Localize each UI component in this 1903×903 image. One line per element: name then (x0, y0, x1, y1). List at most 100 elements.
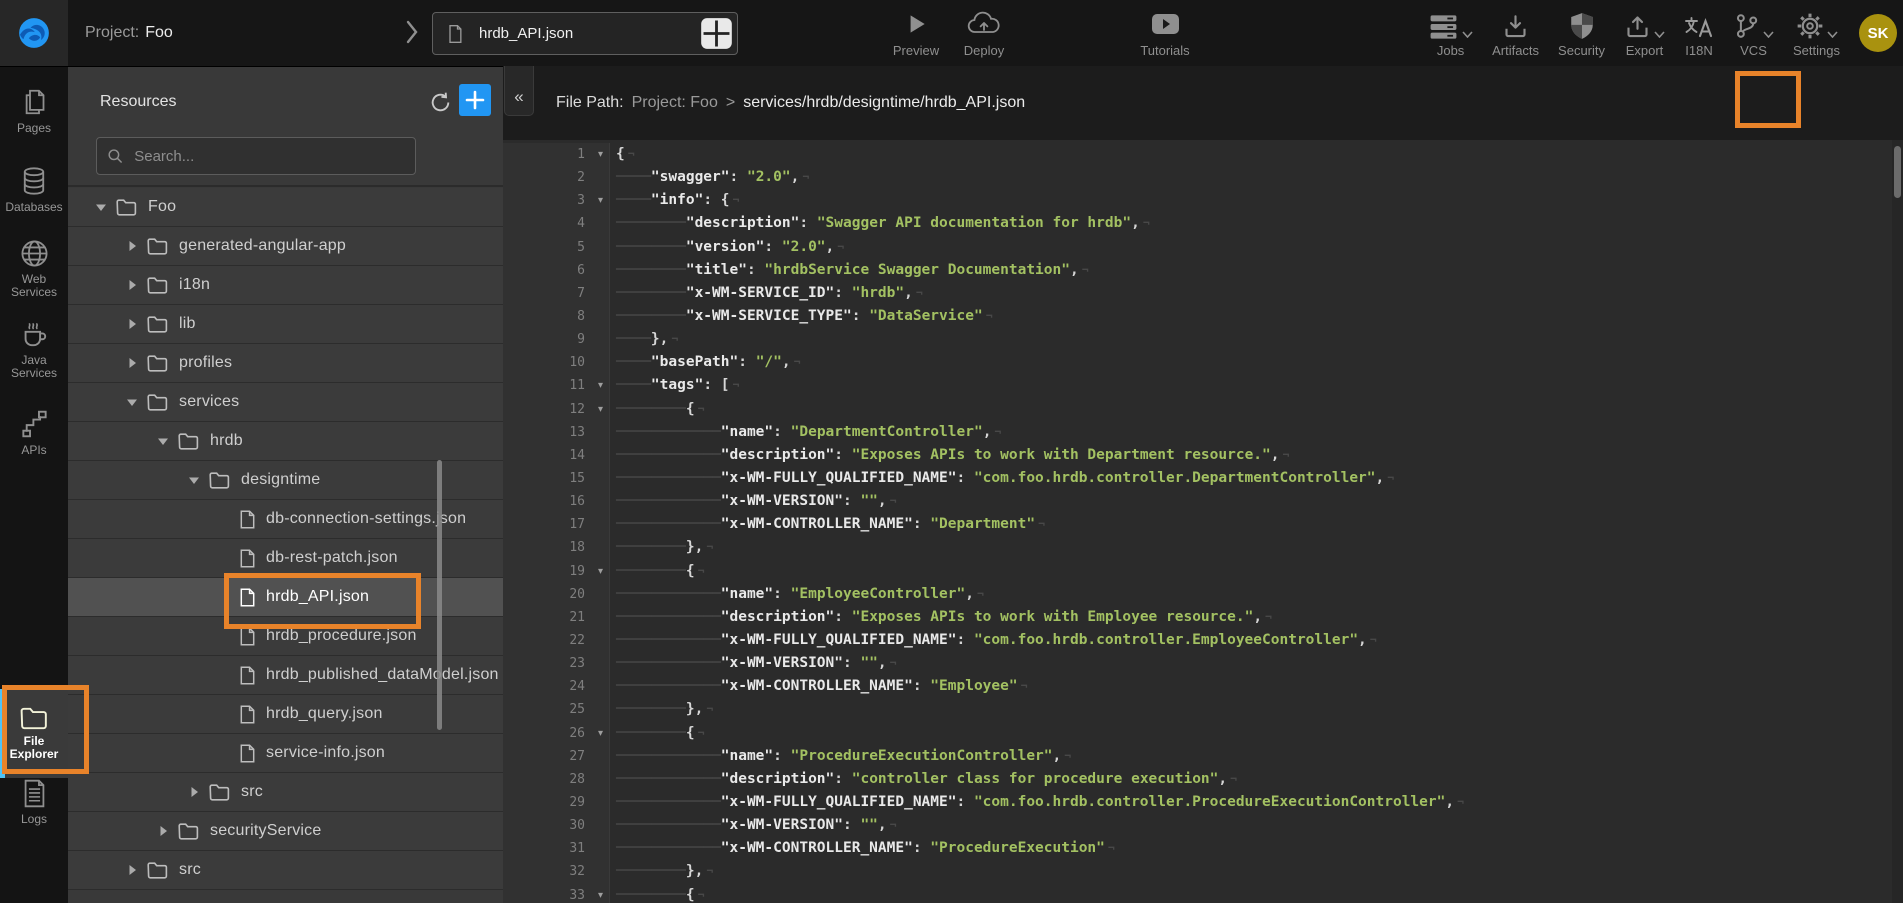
line-number-gutter[interactable]: 23 (503, 652, 610, 675)
code-line[interactable]: 16────────────"x-WM-VERSION": "",¬ (503, 490, 1903, 513)
tree-item-service-info-json[interactable]: service-info.json (68, 734, 503, 773)
dashboard-grid-icon[interactable] (700, 17, 733, 50)
code-line[interactable]: 2────"swagger": "2.0",¬ (503, 166, 1903, 189)
code-line[interactable]: 28────────────"description": "controller… (503, 768, 1903, 791)
line-number-gutter[interactable]: 2 (503, 166, 610, 189)
code-line[interactable]: 6────────"title": "hrdbService Swagger D… (503, 259, 1903, 282)
line-number-gutter[interactable]: 27 (503, 745, 610, 768)
line-number-gutter[interactable]: 18 (503, 536, 610, 559)
code-line[interactable]: 27────────────"name": "ProcedureExecutio… (503, 745, 1903, 768)
line-number-gutter[interactable]: 22 (503, 629, 610, 652)
line-number-gutter[interactable]: 3▾ (503, 189, 610, 212)
line-number-gutter[interactable]: 13 (503, 421, 610, 444)
line-number-gutter[interactable]: 25 (503, 698, 610, 721)
line-number-gutter[interactable]: 8 (503, 305, 610, 328)
line-number-gutter[interactable]: 30 (503, 814, 610, 837)
code-line[interactable]: 30────────────"x-WM-VERSION": "",¬ (503, 814, 1903, 837)
add-resource-button[interactable] (459, 84, 491, 116)
tree-scrollbar[interactable] (437, 460, 442, 730)
fold-arrow-icon[interactable]: ▾ (598, 143, 603, 166)
code-line[interactable]: 5────────"version": "2.0",¬ (503, 236, 1903, 259)
i18n-menu[interactable]: I18N (1684, 8, 1714, 58)
search-input[interactable] (132, 147, 405, 166)
line-number-gutter[interactable]: 24 (503, 675, 610, 698)
code-line[interactable]: 7────────"x-WM-SERVICE_ID": "hrdb",¬ (503, 282, 1903, 305)
sidebar-item-file-explorer[interactable]: File Explorer (0, 689, 68, 778)
line-number-gutter[interactable]: 16 (503, 490, 610, 513)
code-line[interactable]: 1▾{¬ (503, 143, 1903, 166)
code-editor[interactable]: 1▾{¬2────"swagger": "2.0",¬3▾────"info":… (503, 140, 1903, 903)
tree-item-hrdb[interactable]: hrdb (68, 422, 503, 461)
line-number-gutter[interactable]: 5 (503, 236, 610, 259)
sidebar-item-apis[interactable]: APIs (0, 409, 68, 457)
line-number-gutter[interactable]: 31 (503, 837, 610, 860)
line-number-gutter[interactable]: 15 (503, 467, 610, 490)
tree-item-generated-angular-app[interactable]: generated-angular-app (68, 227, 503, 266)
code-line[interactable]: 14────────────"description": "Exposes AP… (503, 444, 1903, 467)
line-number-gutter[interactable]: 1▾ (503, 143, 610, 166)
sidebar-item-web-services[interactable]: Web Services (0, 239, 68, 299)
line-number-gutter[interactable]: 10 (503, 351, 610, 374)
line-number-gutter[interactable]: 6 (503, 259, 610, 282)
tree-item-i18n[interactable]: i18n (68, 266, 503, 305)
editor-scrollbar-thumb[interactable] (1894, 146, 1901, 198)
line-number-gutter[interactable]: 17 (503, 513, 610, 536)
sidebar-item-databases[interactable]: Databases (0, 166, 68, 214)
preview-button[interactable]: Preview (884, 10, 948, 58)
line-number-gutter[interactable]: 28 (503, 768, 610, 791)
code-line[interactable]: 15────────────"x-WM-FULLY_QUALIFIED_NAME… (503, 467, 1903, 490)
line-number-gutter[interactable]: 21 (503, 606, 610, 629)
code-line[interactable]: 10────"basePath": "/",¬ (503, 351, 1903, 374)
line-number-gutter[interactable]: 14 (503, 444, 610, 467)
code-line[interactable]: 3▾────"info": {¬ (503, 189, 1903, 212)
fold-arrow-icon[interactable]: ▾ (598, 398, 603, 421)
open-file-tab[interactable]: hrdb_API.json (432, 12, 738, 55)
artifacts-menu[interactable]: Artifacts (1492, 8, 1539, 58)
code-line[interactable]: 33▾────────{¬ (503, 884, 1903, 903)
settings-menu[interactable]: Settings (1793, 8, 1840, 58)
code-line[interactable]: 17────────────"x-WM-CONTROLLER_NAME": "D… (503, 513, 1903, 536)
code-line[interactable]: 21────────────"description": "Exposes AP… (503, 606, 1903, 629)
export-menu[interactable]: Export (1624, 8, 1665, 58)
line-number-gutter[interactable]: 4 (503, 212, 610, 235)
code-line[interactable]: 4────────"description": "Swagger API doc… (503, 212, 1903, 235)
code-line[interactable]: 32────────},¬ (503, 860, 1903, 883)
line-number-gutter[interactable]: 12▾ (503, 398, 610, 421)
jobs-menu[interactable]: Jobs (1428, 8, 1473, 58)
line-number-gutter[interactable]: 29 (503, 791, 610, 814)
code-line[interactable]: 31────────────"x-WM-CONTROLLER_NAME": "P… (503, 837, 1903, 860)
code-line[interactable]: 18────────},¬ (503, 536, 1903, 559)
line-number-gutter[interactable]: 33▾ (503, 884, 610, 903)
line-number-gutter[interactable]: 19▾ (503, 560, 610, 583)
line-number-gutter[interactable]: 11▾ (503, 374, 610, 397)
editor-scrollbar[interactable] (1892, 140, 1903, 903)
line-number-gutter[interactable]: 20 (503, 583, 610, 606)
code-line[interactable]: 11▾────"tags": [¬ (503, 374, 1903, 397)
tree-item-securityservice[interactable]: securityService (68, 812, 503, 851)
code-line[interactable]: 22────────────"x-WM-FULLY_QUALIFIED_NAME… (503, 629, 1903, 652)
tree-item-services[interactable]: services (68, 383, 503, 422)
fold-arrow-icon[interactable]: ▾ (598, 722, 603, 745)
code-line[interactable]: 26▾────────{¬ (503, 722, 1903, 745)
chevron-right-icon[interactable] (404, 18, 420, 46)
code-line[interactable]: 29────────────"x-WM-FULLY_QUALIFIED_NAME… (503, 791, 1903, 814)
security-menu[interactable]: Security (1558, 8, 1605, 58)
user-avatar[interactable]: SK (1859, 14, 1897, 52)
tree-item-src[interactable]: src (68, 773, 503, 812)
vcs-menu[interactable]: VCS (1733, 8, 1774, 58)
fold-arrow-icon[interactable]: ▾ (598, 884, 603, 903)
code-line[interactable]: 20────────────"name": "EmployeeControlle… (503, 583, 1903, 606)
tree-item-lib[interactable]: lib (68, 305, 503, 344)
deploy-button[interactable]: Deploy (952, 10, 1016, 58)
tree-item-src[interactable]: src (68, 851, 503, 890)
tutorials-button[interactable]: Tutorials (1132, 10, 1198, 58)
code-line[interactable]: 25────────},¬ (503, 698, 1903, 721)
code-line[interactable]: 23────────────"x-WM-VERSION": "",¬ (503, 652, 1903, 675)
fold-arrow-icon[interactable]: ▾ (598, 560, 603, 583)
app-logo[interactable] (0, 0, 68, 66)
tree-item-profiles[interactable]: profiles (68, 344, 503, 383)
resource-search[interactable] (96, 137, 416, 175)
code-line[interactable]: 24────────────"x-WM-CONTROLLER_NAME": "E… (503, 675, 1903, 698)
code-line[interactable]: 13────────────"name": "DepartmentControl… (503, 421, 1903, 444)
code-line[interactable]: 8────────"x-WM-SERVICE_TYPE": "DataServi… (503, 305, 1903, 328)
